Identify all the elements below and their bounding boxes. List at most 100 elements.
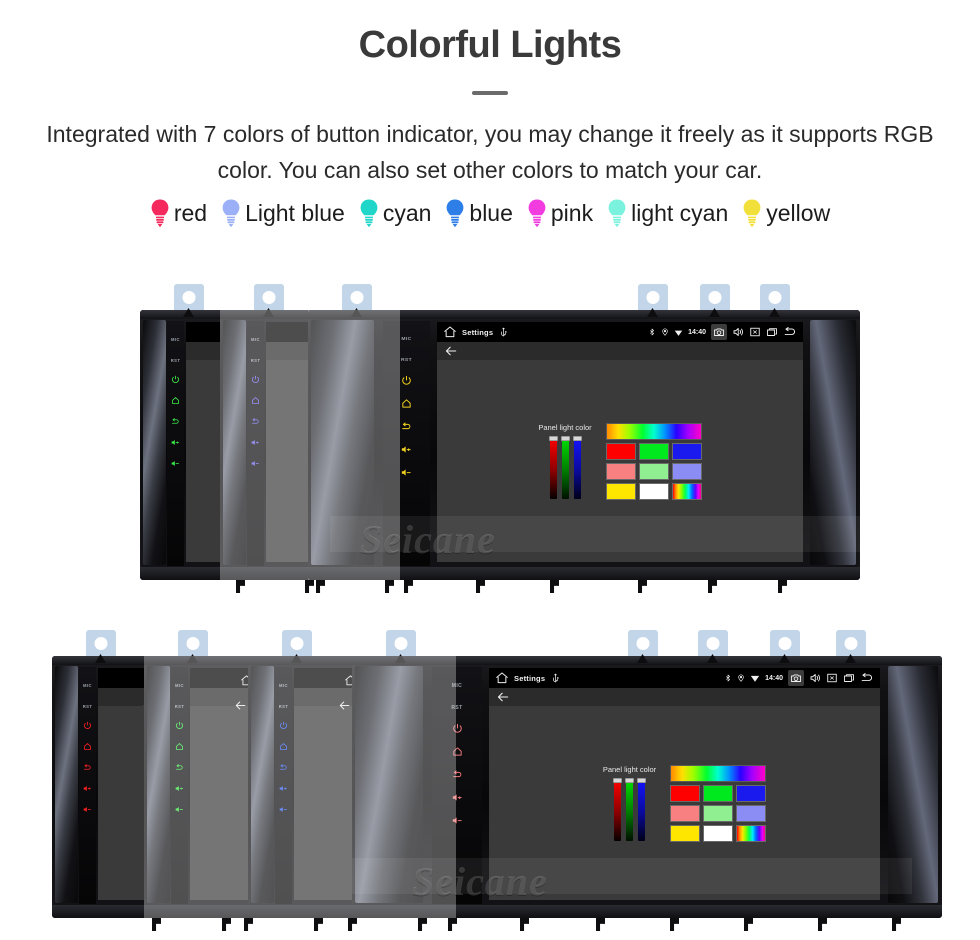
- red-slider[interactable]: [548, 436, 558, 499]
- red-slider-knob[interactable]: [548, 436, 558, 441]
- home-key[interactable]: [171, 396, 180, 405]
- volume-down-key[interactable]: [175, 805, 184, 814]
- swatch-green[interactable]: [638, 442, 669, 460]
- swatch-row: [670, 824, 767, 842]
- volume-down-key[interactable]: [171, 459, 180, 468]
- status-home-icon[interactable]: [443, 325, 457, 339]
- volume-down-key[interactable]: [452, 815, 463, 826]
- volume-down-key[interactable]: [279, 805, 288, 814]
- action-bar: [437, 342, 803, 360]
- status-back-icon[interactable]: [783, 325, 797, 339]
- volume-up-key[interactable]: [171, 438, 180, 447]
- left-flank: [251, 666, 274, 903]
- swatch-periwinkle[interactable]: [671, 462, 702, 480]
- android-screen[interactable]: Settings 14:40 Panel light color: [437, 322, 803, 562]
- android-screen[interactable]: Settings 14:40 Panel light color: [489, 668, 880, 900]
- swatch-lightgreen[interactable]: [638, 462, 669, 480]
- status-camera-icon[interactable]: [711, 324, 727, 340]
- swatch-red[interactable]: [605, 442, 636, 460]
- volume-up-key[interactable]: [83, 784, 92, 793]
- spectrum-gradient-bar[interactable]: [670, 764, 767, 782]
- green-slider[interactable]: [625, 778, 634, 841]
- status-recents-icon[interactable]: [843, 672, 855, 684]
- volume-down-key[interactable]: [251, 459, 260, 468]
- bezel-bottom: [352, 905, 942, 918]
- volume-up-key[interactable]: [279, 784, 288, 793]
- swatch-salmon[interactable]: [605, 462, 636, 480]
- swatch-salmon[interactable]: [670, 804, 701, 822]
- swatch-row: [605, 442, 702, 460]
- panel-light-color-screen: Panel light color: [437, 360, 803, 562]
- power-key[interactable]: [83, 721, 92, 730]
- power-key[interactable]: [279, 721, 288, 730]
- home-key[interactable]: [251, 396, 260, 405]
- swatch-green[interactable]: [703, 784, 734, 802]
- red-slider-knob[interactable]: [613, 778, 622, 783]
- swatch-blue[interactable]: [736, 784, 767, 802]
- back-key[interactable]: [175, 763, 184, 772]
- back-icon: [172, 418, 179, 424]
- status-close-icon[interactable]: [749, 326, 761, 338]
- power-key[interactable]: [452, 723, 463, 734]
- volume-up-icon: [452, 794, 462, 801]
- action-back-button[interactable]: [444, 344, 458, 358]
- swatch-blue[interactable]: [671, 442, 702, 460]
- back-key[interactable]: [452, 769, 463, 780]
- power-key[interactable]: [401, 375, 412, 386]
- rst-label: RST: [82, 704, 93, 709]
- power-key[interactable]: [175, 721, 184, 730]
- power-key[interactable]: [171, 375, 180, 384]
- blue-slider[interactable]: [637, 778, 646, 841]
- back-key[interactable]: [171, 417, 180, 426]
- status-volume-icon[interactable]: [732, 326, 744, 338]
- rst-label: RST: [400, 358, 413, 363]
- home-key[interactable]: [83, 742, 92, 751]
- red-slider[interactable]: [613, 778, 622, 841]
- legend-item-light-blue: Light blue: [215, 198, 351, 228]
- volume-up-key[interactable]: [175, 784, 184, 793]
- status-back-icon[interactable]: [860, 671, 874, 685]
- swatch-rainbow[interactable]: [671, 482, 702, 500]
- status-camera-icon[interactable]: [788, 670, 804, 686]
- volume-up-key[interactable]: [401, 444, 412, 455]
- color-swatch-grid: [605, 422, 702, 500]
- bulb-icon: [151, 199, 169, 228]
- home-key[interactable]: [279, 742, 288, 751]
- home-key[interactable]: [401, 398, 412, 409]
- green-slider-knob[interactable]: [625, 778, 634, 783]
- action-back-button[interactable]: [496, 690, 510, 704]
- swatch-yellow[interactable]: [605, 482, 636, 500]
- blue-slider-knob[interactable]: [637, 778, 646, 783]
- status-volume-icon[interactable]: [809, 672, 821, 684]
- swatch-periwinkle[interactable]: [736, 804, 767, 822]
- swatch-rainbow[interactable]: [736, 824, 767, 842]
- blue-slider[interactable]: [572, 436, 582, 499]
- back-key[interactable]: [83, 763, 92, 772]
- right-flank: [810, 320, 856, 565]
- home-key[interactable]: [452, 746, 463, 757]
- back-key[interactable]: [279, 763, 288, 772]
- legend-label: light cyan: [631, 199, 729, 226]
- swatch-lightgreen[interactable]: [703, 804, 734, 822]
- unit-yellow-body: MIC RST Settings 14:40 Panel light color: [308, 310, 860, 580]
- volume-up-key[interactable]: [251, 438, 260, 447]
- volume-up-key[interactable]: [452, 792, 463, 803]
- recent-apps-icon: [767, 328, 777, 336]
- swatch-white[interactable]: [638, 482, 669, 500]
- volume-down-key[interactable]: [83, 805, 92, 814]
- green-slider[interactable]: [560, 436, 570, 499]
- back-key[interactable]: [401, 421, 412, 432]
- power-key[interactable]: [251, 375, 260, 384]
- swatch-red[interactable]: [670, 784, 701, 802]
- swatch-white[interactable]: [703, 824, 734, 842]
- swatch-yellow[interactable]: [670, 824, 701, 842]
- green-slider-knob[interactable]: [560, 436, 570, 441]
- status-close-icon[interactable]: [826, 672, 838, 684]
- status-recents-icon[interactable]: [766, 326, 778, 338]
- home-key[interactable]: [175, 742, 184, 751]
- volume-down-key[interactable]: [401, 467, 412, 478]
- spectrum-gradient-bar[interactable]: [605, 422, 702, 440]
- back-key[interactable]: [251, 417, 260, 426]
- status-home-icon[interactable]: [495, 671, 509, 685]
- blue-slider-knob[interactable]: [572, 436, 582, 441]
